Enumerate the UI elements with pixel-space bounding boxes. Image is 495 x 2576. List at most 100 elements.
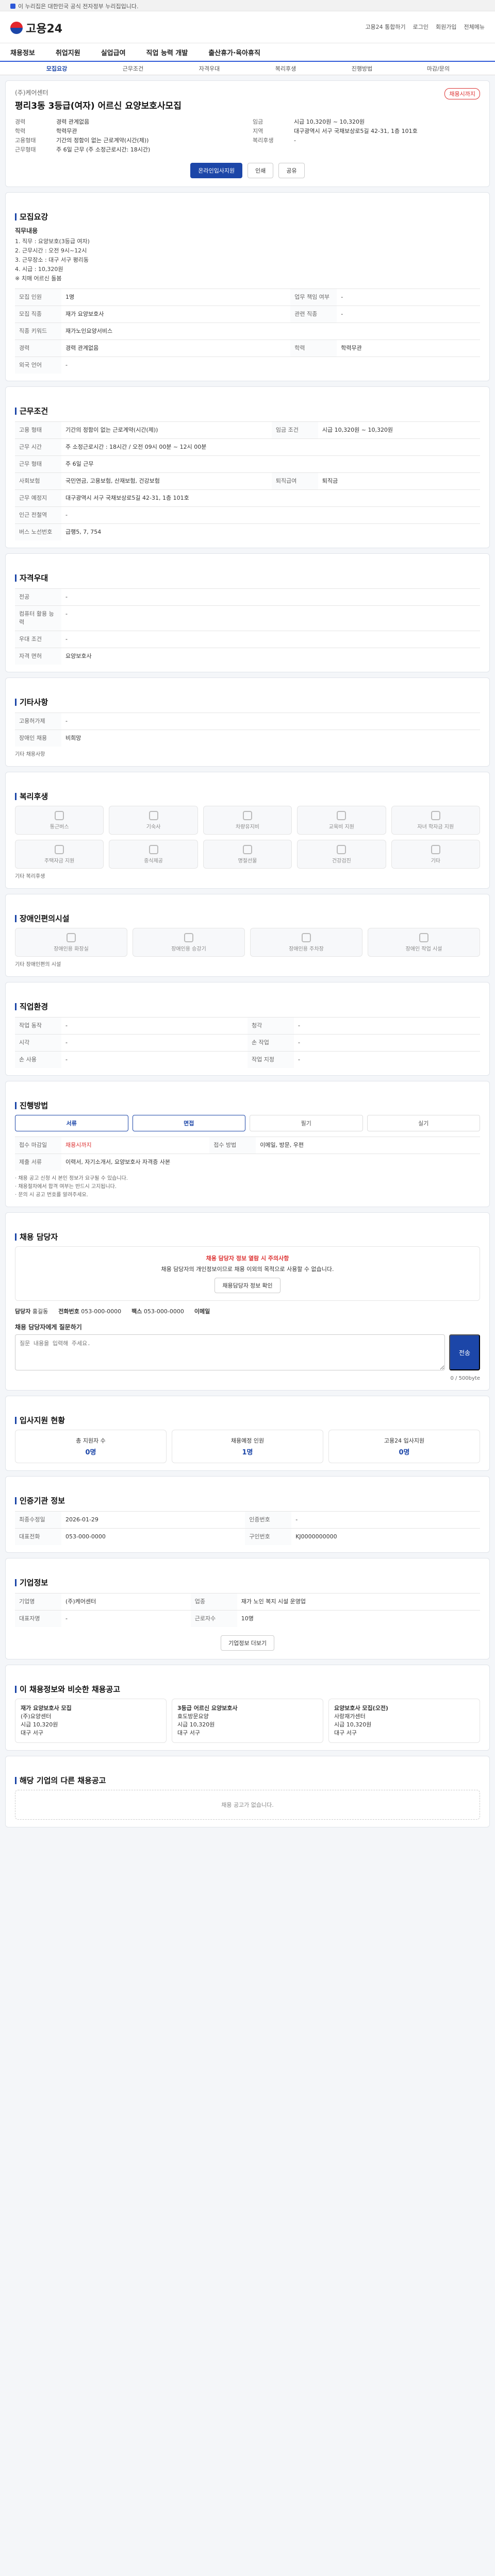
tab-recruit[interactable]: 모집요강 bbox=[19, 64, 95, 73]
rec-location: 대구 서구 bbox=[21, 1730, 43, 1736]
rec-wage: 시급 10,320원 bbox=[177, 1721, 215, 1728]
link-signup[interactable]: 회원가입 bbox=[436, 23, 456, 31]
tab-process[interactable]: 진행방법 bbox=[324, 64, 400, 73]
title-bar-icon bbox=[15, 1416, 16, 1424]
item-label: 자녀 학자금 지원 bbox=[417, 824, 454, 830]
link-integrate[interactable]: 고용24 통합하기 bbox=[365, 23, 405, 31]
label: 고용형태 bbox=[15, 137, 36, 144]
etc-note: 기타 채용사항 bbox=[15, 752, 45, 757]
contact-warning: 채용 담당자 정보 열람 시 주의사항 채용 담당자의 개인정보이므로 채용 이… bbox=[15, 1246, 480, 1301]
parking-icon bbox=[302, 933, 311, 942]
nav-training[interactable]: 직업 능력 개발 bbox=[146, 47, 188, 57]
table-row: 인근 전철역 - bbox=[15, 506, 480, 524]
cell: 경력 관계없음 bbox=[61, 340, 291, 357]
company-more-button[interactable]: 기업정보 더보기 bbox=[221, 1635, 274, 1651]
table-row: 고용 형태 기간의 정함이 없는 근로계약(시간(제)) 임금 조건 시급 10,32… bbox=[15, 421, 480, 439]
cell: 시각 bbox=[15, 1034, 61, 1052]
link-login[interactable]: 로그인 bbox=[413, 23, 428, 31]
title-bar-icon bbox=[15, 1497, 16, 1504]
title-bar-icon bbox=[15, 1685, 16, 1693]
byte-counter: 0 / 500byte bbox=[450, 1376, 480, 1381]
cell: 업무 책임 여부 bbox=[290, 289, 337, 306]
cell: 시급 10,320원 ~ 10,320원 bbox=[318, 421, 480, 439]
logo[interactable]: 고용24 bbox=[10, 20, 62, 36]
cell: 요양보호사 bbox=[61, 648, 480, 665]
list-item[interactable]: 3등급 어르신 요양보호사 효도방문요양 시급 10,320원 대구 서구 bbox=[172, 1699, 323, 1743]
summary-row: 학력 학력무관 bbox=[15, 127, 242, 136]
cell: 모집 직종 bbox=[15, 306, 61, 323]
question-row: 전송 bbox=[15, 1334, 480, 1370]
nav-unemployment[interactable]: 실업급여 bbox=[101, 47, 126, 57]
title-bar-icon bbox=[15, 1233, 16, 1241]
label: 담당자 bbox=[15, 1308, 31, 1315]
title-bar-icon bbox=[15, 1776, 16, 1784]
title-bar-icon bbox=[15, 914, 16, 922]
cell: 이력서, 자기소개서, 요양보호사 자격증 사본 bbox=[61, 1154, 480, 1171]
view-contact-button[interactable]: 채용담당자 정보 확인 bbox=[214, 1278, 280, 1293]
empty-message: 채용 공고가 없습니다. bbox=[15, 1790, 480, 1820]
etc-table: 고용허가제 - 장애인 채용 비희망 bbox=[15, 713, 480, 747]
list-item[interactable]: 재가 요양보호사 모집 (주)요양센터 시급 10,320원 대구 서구 bbox=[15, 1699, 167, 1743]
status-boxes: 총 지원자 수 0명 채용예정 인원 1명 고용24 입사지원 0명 bbox=[15, 1430, 480, 1463]
table-row: 모집 인원 1명 업무 책임 여부 - bbox=[15, 289, 480, 306]
cell: 10명 bbox=[237, 1610, 480, 1627]
item-label: 차량유지비 bbox=[235, 824, 259, 830]
question-input[interactable] bbox=[15, 1334, 445, 1370]
welfare-item: 중식제공 bbox=[109, 840, 198, 869]
section-title: 기업정보 bbox=[15, 1577, 480, 1588]
summary-row: 복리후생 - bbox=[253, 136, 480, 145]
cell: 기업명 bbox=[15, 1593, 61, 1611]
item-label: 명절선물 bbox=[238, 858, 257, 864]
welfare-item: 통근버스 bbox=[15, 806, 104, 835]
tab-qualification[interactable]: 자격우대 bbox=[171, 64, 248, 73]
share-button[interactable]: 공유 bbox=[278, 163, 305, 178]
welfare-item: 명절선물 bbox=[203, 840, 292, 869]
apply-button[interactable]: 온라인입사지원 bbox=[190, 163, 243, 178]
main-nav: 채용정보 취업지원 실업급여 직업 능력 개발 출산휴가·육아휴직 bbox=[0, 43, 495, 62]
welfare-grid: 통근버스 기숙사 차량유지비 교육비 지원 자녀 학자금 지원 주택자금 지원 … bbox=[15, 806, 480, 869]
section-title: 복리후생 bbox=[15, 791, 480, 802]
value: 주 6일 근무 (주 소정근로시간: 18시간) bbox=[56, 146, 151, 153]
send-button[interactable]: 전송 bbox=[449, 1334, 480, 1370]
cell: - bbox=[61, 588, 480, 606]
section-title: 해당 기업의 다른 채용공고 bbox=[15, 1775, 480, 1786]
status-box: 고용24 입사지원 0명 bbox=[328, 1430, 480, 1463]
table-row: 컴퓨터 활용 능력 - bbox=[15, 605, 480, 631]
item-label: 기타 bbox=[431, 858, 440, 864]
status-box: 총 지원자 수 0명 bbox=[15, 1430, 167, 1463]
table-row: 대표자명 - 근로자수 10명 bbox=[15, 1610, 480, 1627]
company-name[interactable]: (주)케어센터 bbox=[15, 88, 480, 97]
cell: 주 소정근로시간 : 18시간 / 오전 09시 00분 ~ 12시 00분 bbox=[61, 438, 480, 456]
nav-jobs[interactable]: 채용정보 bbox=[10, 47, 35, 57]
cell: 사회보험 bbox=[15, 472, 61, 490]
welfare-item: 교육비 지원 bbox=[297, 806, 386, 835]
section-title: 입사지원 현황 bbox=[15, 1415, 480, 1426]
item-label: 장애인 작업 시설 bbox=[405, 946, 442, 952]
company-actions: 기업정보 더보기 bbox=[15, 1635, 480, 1651]
table-row: 근무 예정지 대구광역시 서구 국채보상로5길 42-31, 1층 101호 bbox=[15, 489, 480, 507]
label: 전화번호 bbox=[58, 1308, 79, 1315]
nav-support[interactable]: 취업지원 bbox=[56, 47, 80, 57]
tab-contact[interactable]: 마감/문의 bbox=[400, 64, 476, 73]
nav-leave[interactable]: 출산휴가·육아휴직 bbox=[208, 47, 260, 57]
toilet-icon bbox=[67, 933, 76, 942]
list-item[interactable]: 요양보호사 모집(오전) 사랑재가센터 시급 10,320원 대구 서구 bbox=[328, 1699, 480, 1743]
cell: 고용허가제 bbox=[15, 713, 61, 730]
welfare-item: 주택자금 지원 bbox=[15, 840, 104, 869]
link-allmenu[interactable]: 전체메뉴 bbox=[464, 23, 485, 31]
cell: - bbox=[61, 631, 480, 648]
rec-location: 대구 서구 bbox=[177, 1730, 200, 1736]
qualification-table: 전공 - 컴퓨터 활용 능력 - 우대 조건 - 자격 면허 요양보호사 bbox=[15, 588, 480, 665]
cell: - bbox=[61, 1051, 248, 1068]
tab-condition[interactable]: 근무조건 bbox=[95, 64, 171, 73]
env-section: 직업환경 작업 동작 - 청각 - 시각 - 손 작업 - 손 사용 - 작업 지정 - bbox=[5, 982, 490, 1076]
step-item: 실기 bbox=[367, 1115, 480, 1131]
cell: 전공 bbox=[15, 588, 61, 606]
print-button[interactable]: 인쇄 bbox=[248, 163, 274, 178]
tab-welfare[interactable]: 복리후생 bbox=[248, 64, 324, 73]
title-text: 자격우대 bbox=[20, 573, 48, 583]
cell: 1명 bbox=[61, 289, 291, 306]
status-label: 고용24 입사지원 bbox=[384, 1437, 425, 1444]
cell: 053-000-0000 bbox=[61, 1528, 245, 1545]
process-notes: · 채용 공고 신청 시 본인 정보가 요구될 수 있습니다. · 채용절차에서… bbox=[15, 1175, 480, 1199]
